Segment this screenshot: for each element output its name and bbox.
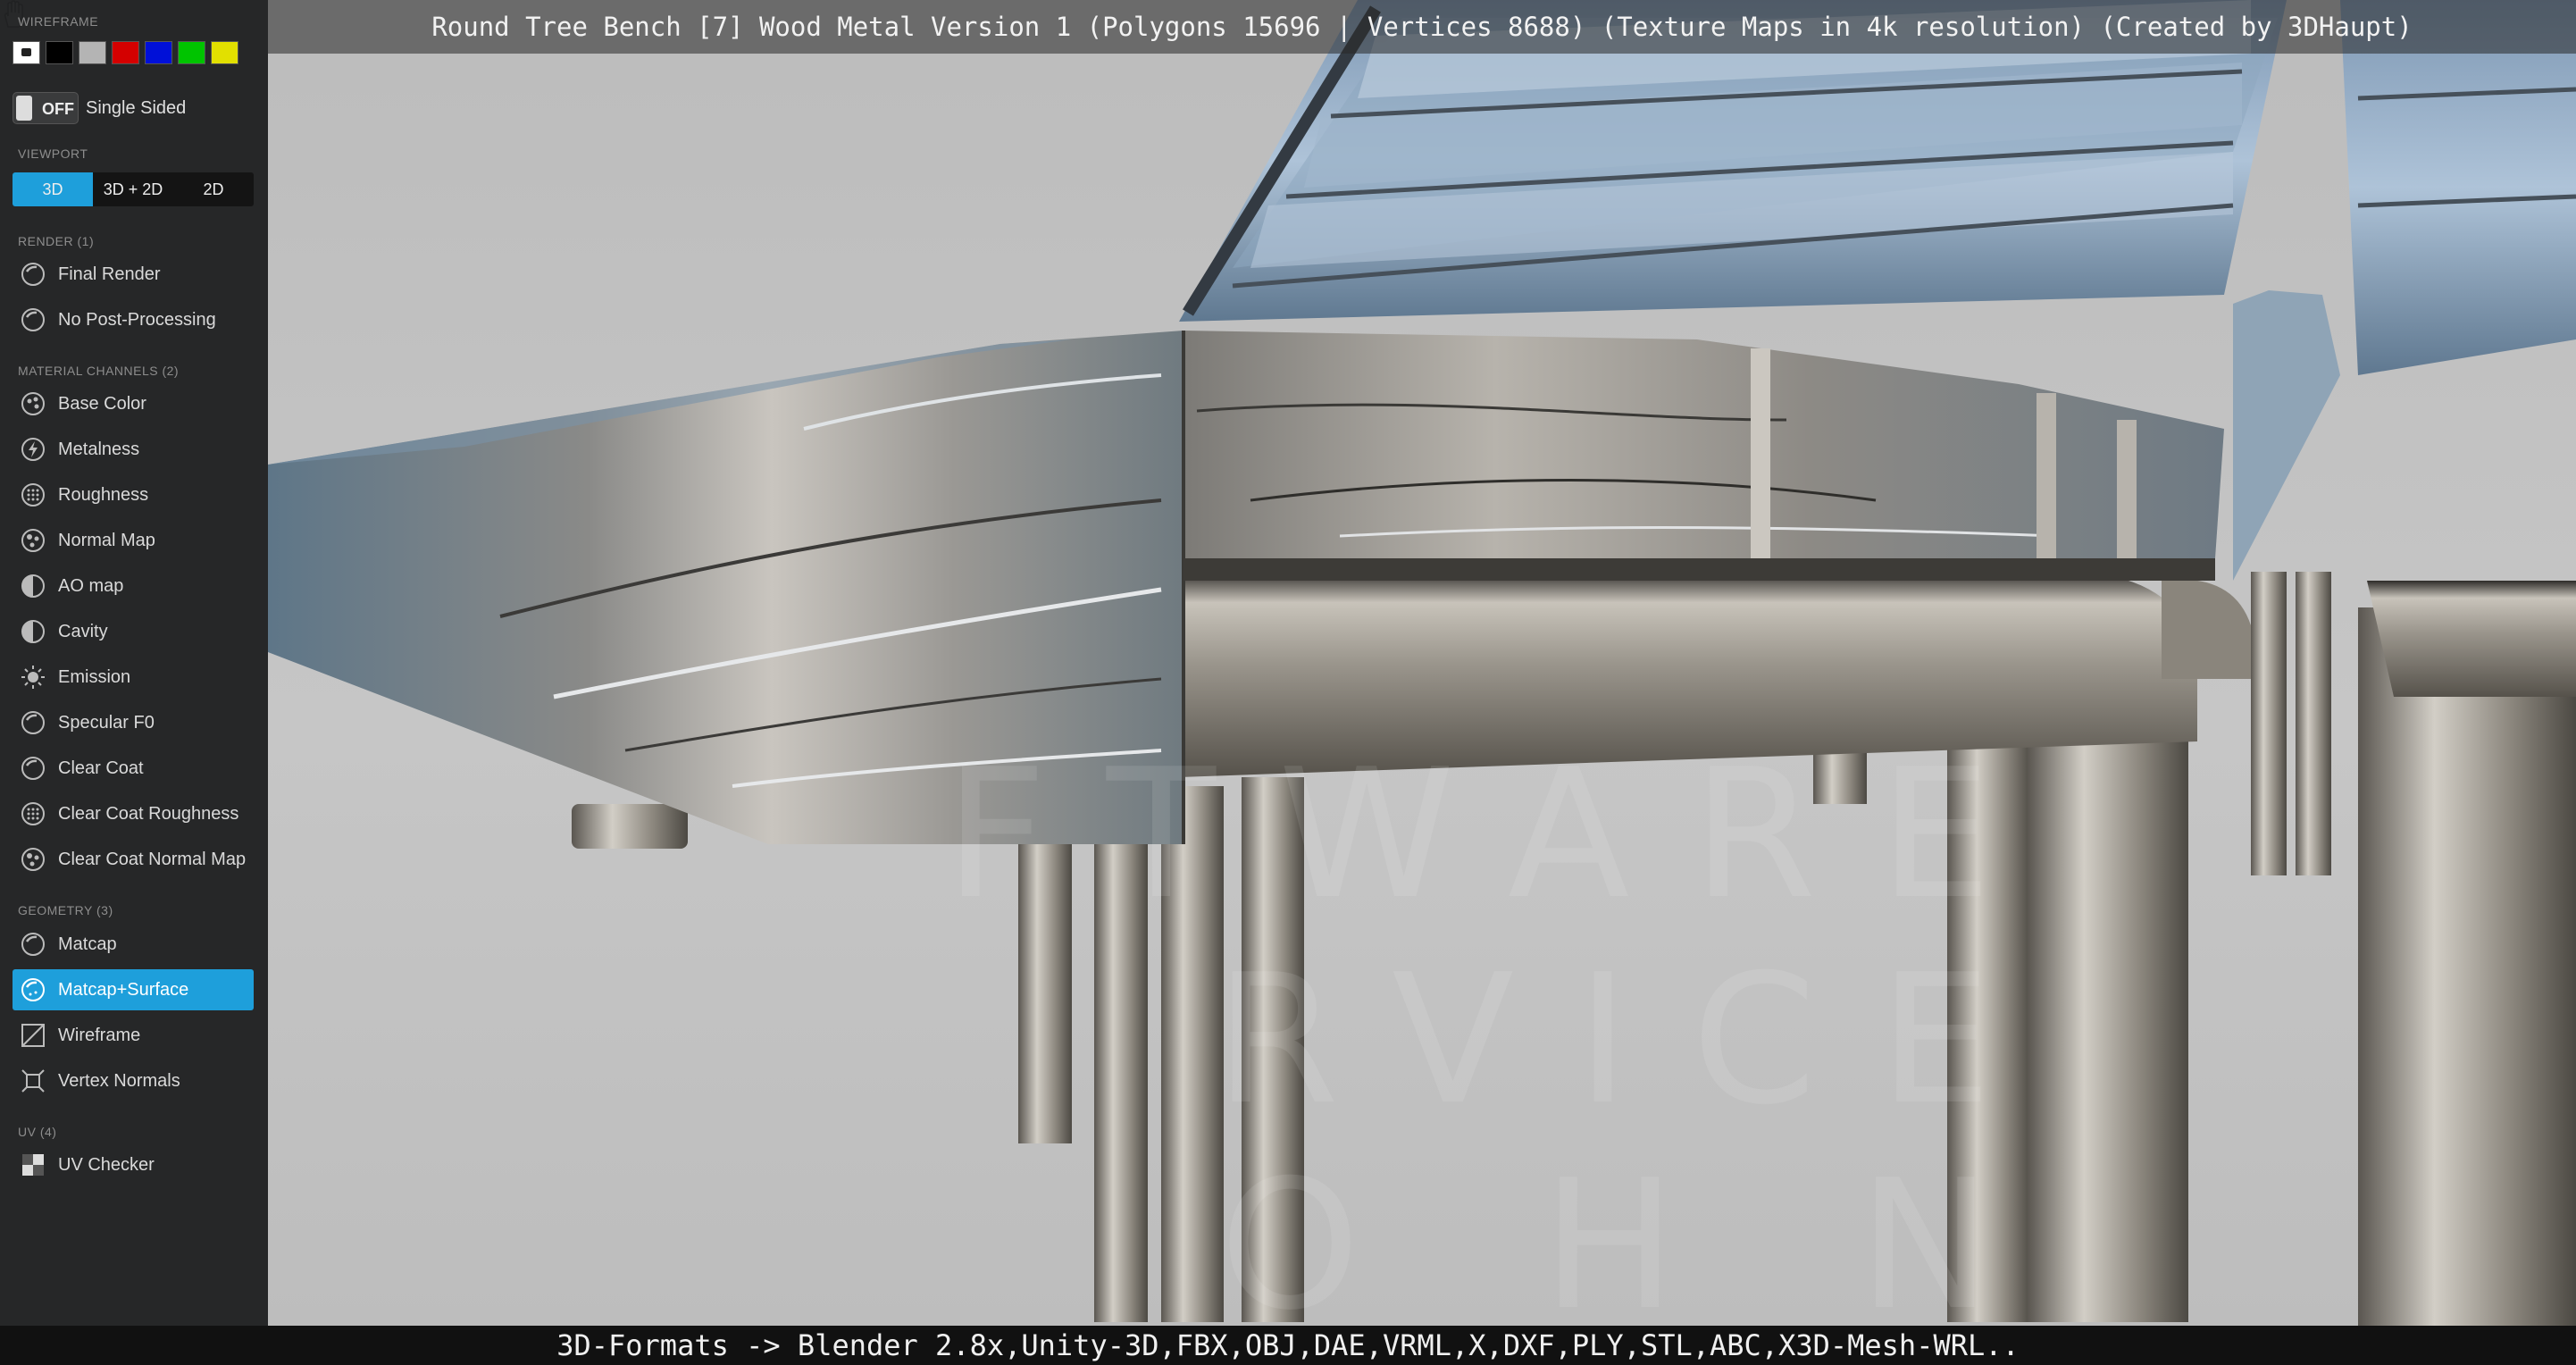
swatch-blue[interactable] [145,41,172,64]
sphere-icon [21,757,45,780]
swatch-black[interactable] [46,41,73,64]
geometry-vertex-normals[interactable]: Vertex Normals [13,1060,254,1101]
checker-icon [22,1154,44,1176]
model-title: Round Tree Bench [7] Wood Metal Version … [268,0,2576,54]
channel-base-color[interactable]: Base Color [13,383,254,424]
sun-icon [21,666,45,689]
lightning-icon [21,438,45,461]
render-section-label: RENDER (1) [18,234,95,248]
item-label: Specular F0 [58,713,155,733]
viewport-option-2d[interactable]: 2D [173,172,254,206]
item-label: Final Render [58,264,161,284]
item-label: No Post-Processing [58,310,216,330]
vertex-normals-icon [21,1069,45,1093]
geometry-matcap-surface[interactable]: Matcap+Surface [13,969,254,1010]
swatch-yellow[interactable] [211,41,238,64]
item-label: Cavity [58,622,108,641]
item-label: Vertex Normals [58,1071,180,1091]
bumpy-sphere-icon [21,848,45,871]
swatch-gray[interactable] [79,41,106,64]
channel-ao-map[interactable]: AO map [13,565,254,607]
wireframe-icon [21,1024,45,1047]
viewport-section-label: VIEWPORT [18,147,88,161]
settings-sidebar: WIREFRAME OFF Single Sided VIEWPORT 3D 3… [0,0,268,1326]
swatch-green[interactable] [178,41,205,64]
item-label: Matcap [58,934,117,954]
geometry-wireframe[interactable]: Wireframe [13,1015,254,1056]
swatch-white[interactable] [13,41,40,64]
sphere-icon [21,308,45,331]
sphere-icon [21,933,45,956]
item-label: Base Color [58,394,146,414]
item-label: AO map [58,576,124,596]
channel-cavity[interactable]: Cavity [13,611,254,652]
viewport-mode-selector: 3D 3D + 2D 2D [13,172,254,206]
item-label: Clear Coat [58,758,144,778]
uv-checker[interactable]: UV Checker [13,1144,254,1185]
toggle-knob [16,96,32,121]
dotted-sphere-icon [21,483,45,507]
textured-sphere-icon [21,978,45,1001]
half-sphere-icon [21,620,45,643]
item-label: Normal Map [58,531,155,550]
wireframe-section-label: WIREFRAME [18,14,99,29]
channel-specular-f0[interactable]: Specular F0 [13,702,254,743]
single-sided-label: Single Sided [86,98,187,118]
swatch-red[interactable] [112,41,139,64]
channel-normal-map[interactable]: Normal Map [13,520,254,561]
item-label: Clear Coat Normal Map [58,850,247,869]
uv-section-label: UV (4) [18,1125,57,1139]
3d-viewport[interactable]: FTWARE RVICE O H N Round Tree Bench [7] Wo… [0,0,2576,1326]
geometry-matcap[interactable]: Matcap [13,924,254,965]
render-item-final-render[interactable]: Final Render [13,254,254,295]
item-label: Wireframe [58,1026,141,1045]
single-sided-toggle[interactable]: OFF [13,92,79,124]
item-label: Emission [58,667,131,687]
viewport-option-3d-2d[interactable]: 3D + 2D [93,172,173,206]
channel-metalness[interactable]: Metalness [13,429,254,470]
item-label: Roughness [58,485,149,505]
channel-emission[interactable]: Emission [13,657,254,698]
palette-icon [21,392,45,415]
channel-clear-coat-roughness[interactable]: Clear Coat Roughness [13,793,254,834]
bumpy-sphere-icon [21,529,45,552]
toggle-state: OFF [42,100,74,118]
item-label: Matcap+Surface [58,980,189,1000]
material-section-label: MATERIAL CHANNELS (2) [18,364,180,378]
viewport-option-3d[interactable]: 3D [13,172,93,206]
channel-clear-coat[interactable]: Clear Coat [13,748,254,789]
channel-roughness[interactable]: Roughness [13,474,254,515]
half-sphere-icon [21,574,45,598]
sphere-icon [21,711,45,734]
geometry-section-label: GEOMETRY (3) [18,903,113,917]
formats-footer: 3D-Formats -> Blender 2.8x,Unity-3D,FBX,… [0,1326,2576,1365]
item-label: Metalness [58,440,140,459]
watermark: FTWARE RVICE O H N [944,731,2054,1327]
channel-clear-coat-normal-map[interactable]: Clear Coat Normal Map [13,839,254,880]
wireframe-color-swatches [13,41,238,68]
item-label: UV Checker [58,1155,155,1175]
item-label: Clear Coat Roughness [58,804,239,824]
sphere-icon [21,263,45,286]
render-item-no-post-processing[interactable]: No Post-Processing [13,299,254,340]
dotted-sphere-icon [21,802,45,825]
